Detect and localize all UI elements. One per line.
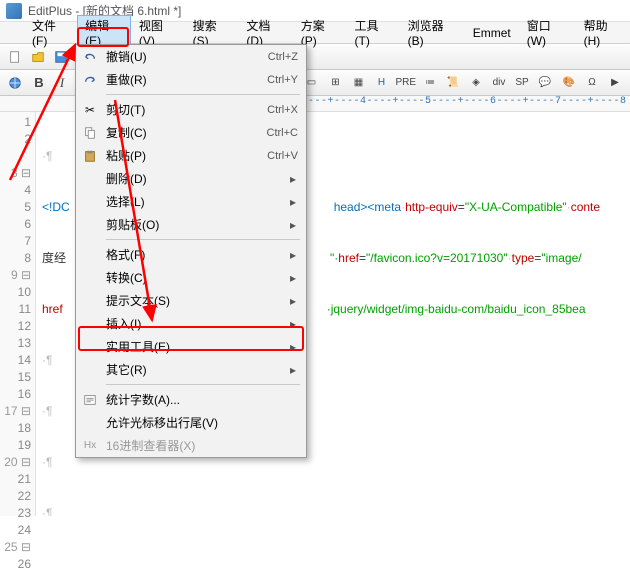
app-icon: [6, 3, 22, 19]
object-icon[interactable]: ◈: [465, 73, 487, 93]
edit-dropdown: 撤销(U)Ctrl+Z 重做(R)Ctrl+Y ✂ 剪切(T)Ctrl+X 复制…: [75, 44, 307, 458]
menu-window[interactable]: 窗口(W): [519, 15, 576, 50]
paste-icon: [82, 148, 98, 164]
annotation-box-edit: [77, 27, 129, 47]
italic-icon[interactable]: I: [51, 73, 73, 93]
menu-undo[interactable]: 撤销(U)Ctrl+Z: [76, 45, 306, 68]
div-icon[interactable]: div: [488, 73, 510, 93]
menu-delete[interactable]: 删除(D)▸: [76, 167, 306, 190]
bold-icon[interactable]: B: [28, 73, 50, 93]
menu-tools[interactable]: 工具(T): [347, 15, 400, 50]
menu-hint[interactable]: 提示文本(S)▸: [76, 289, 306, 312]
scissors-icon: ✂: [82, 102, 98, 118]
script-icon[interactable]: 📜: [442, 73, 464, 93]
heading-icon[interactable]: H: [370, 73, 392, 93]
list-icon[interactable]: ≔: [419, 73, 441, 93]
pre-icon[interactable]: PRE: [393, 73, 418, 93]
menu-cursor-eol[interactable]: 允许光标移出行尾(V): [76, 411, 306, 434]
redo-icon: [82, 72, 98, 88]
annotation-box-utils: [78, 326, 304, 351]
undo-icon: [82, 49, 98, 65]
menu-copy[interactable]: 复制(C)Ctrl+C: [76, 121, 306, 144]
frame-icon[interactable]: ▦: [347, 73, 369, 93]
table-icon[interactable]: ⊞: [324, 73, 346, 93]
save-icon[interactable]: [50, 47, 72, 67]
globe-icon[interactable]: [4, 73, 26, 93]
new-file-icon[interactable]: [4, 47, 26, 67]
menu-format[interactable]: 格式(F)▸: [76, 243, 306, 266]
menu-browser[interactable]: 浏览器(B): [400, 15, 465, 50]
char-icon[interactable]: Ω: [581, 73, 603, 93]
comment-icon[interactable]: 💬: [534, 73, 556, 93]
menu-paste[interactable]: 粘贴(P)Ctrl+V: [76, 144, 306, 167]
menu-help[interactable]: 帮助(H): [576, 15, 630, 50]
palette-icon[interactable]: 🎨: [558, 73, 580, 93]
line-gutter: 12 3 ⊟45 678 9 ⊟1011 121314 151617 ⊟ 181…: [0, 112, 36, 516]
menu-emmet[interactable]: Emmet: [465, 24, 519, 42]
menu-convert[interactable]: 转换(C)▸: [76, 266, 306, 289]
media-icon[interactable]: ▶: [604, 73, 626, 93]
copy-icon: [82, 125, 98, 141]
menu-select[interactable]: 选择(L)▸: [76, 190, 306, 213]
menu-cut[interactable]: ✂ 剪切(T)Ctrl+X: [76, 98, 306, 121]
menu-redo[interactable]: 重做(R)Ctrl+Y: [76, 68, 306, 91]
span-icon[interactable]: SP: [511, 73, 533, 93]
menu-wordcount[interactable]: 统计字数(A)...: [76, 388, 306, 411]
open-file-icon[interactable]: [27, 47, 49, 67]
menu-other[interactable]: 其它(R)▸: [76, 358, 306, 381]
menu-file[interactable]: 文件(F): [24, 15, 77, 50]
wordcount-icon: [82, 392, 98, 408]
menu-clipboard[interactable]: 剪贴板(O)▸: [76, 213, 306, 236]
hex-icon: Hx: [82, 438, 98, 454]
menu-hex: Hx 16进制查看器(X): [76, 434, 306, 457]
